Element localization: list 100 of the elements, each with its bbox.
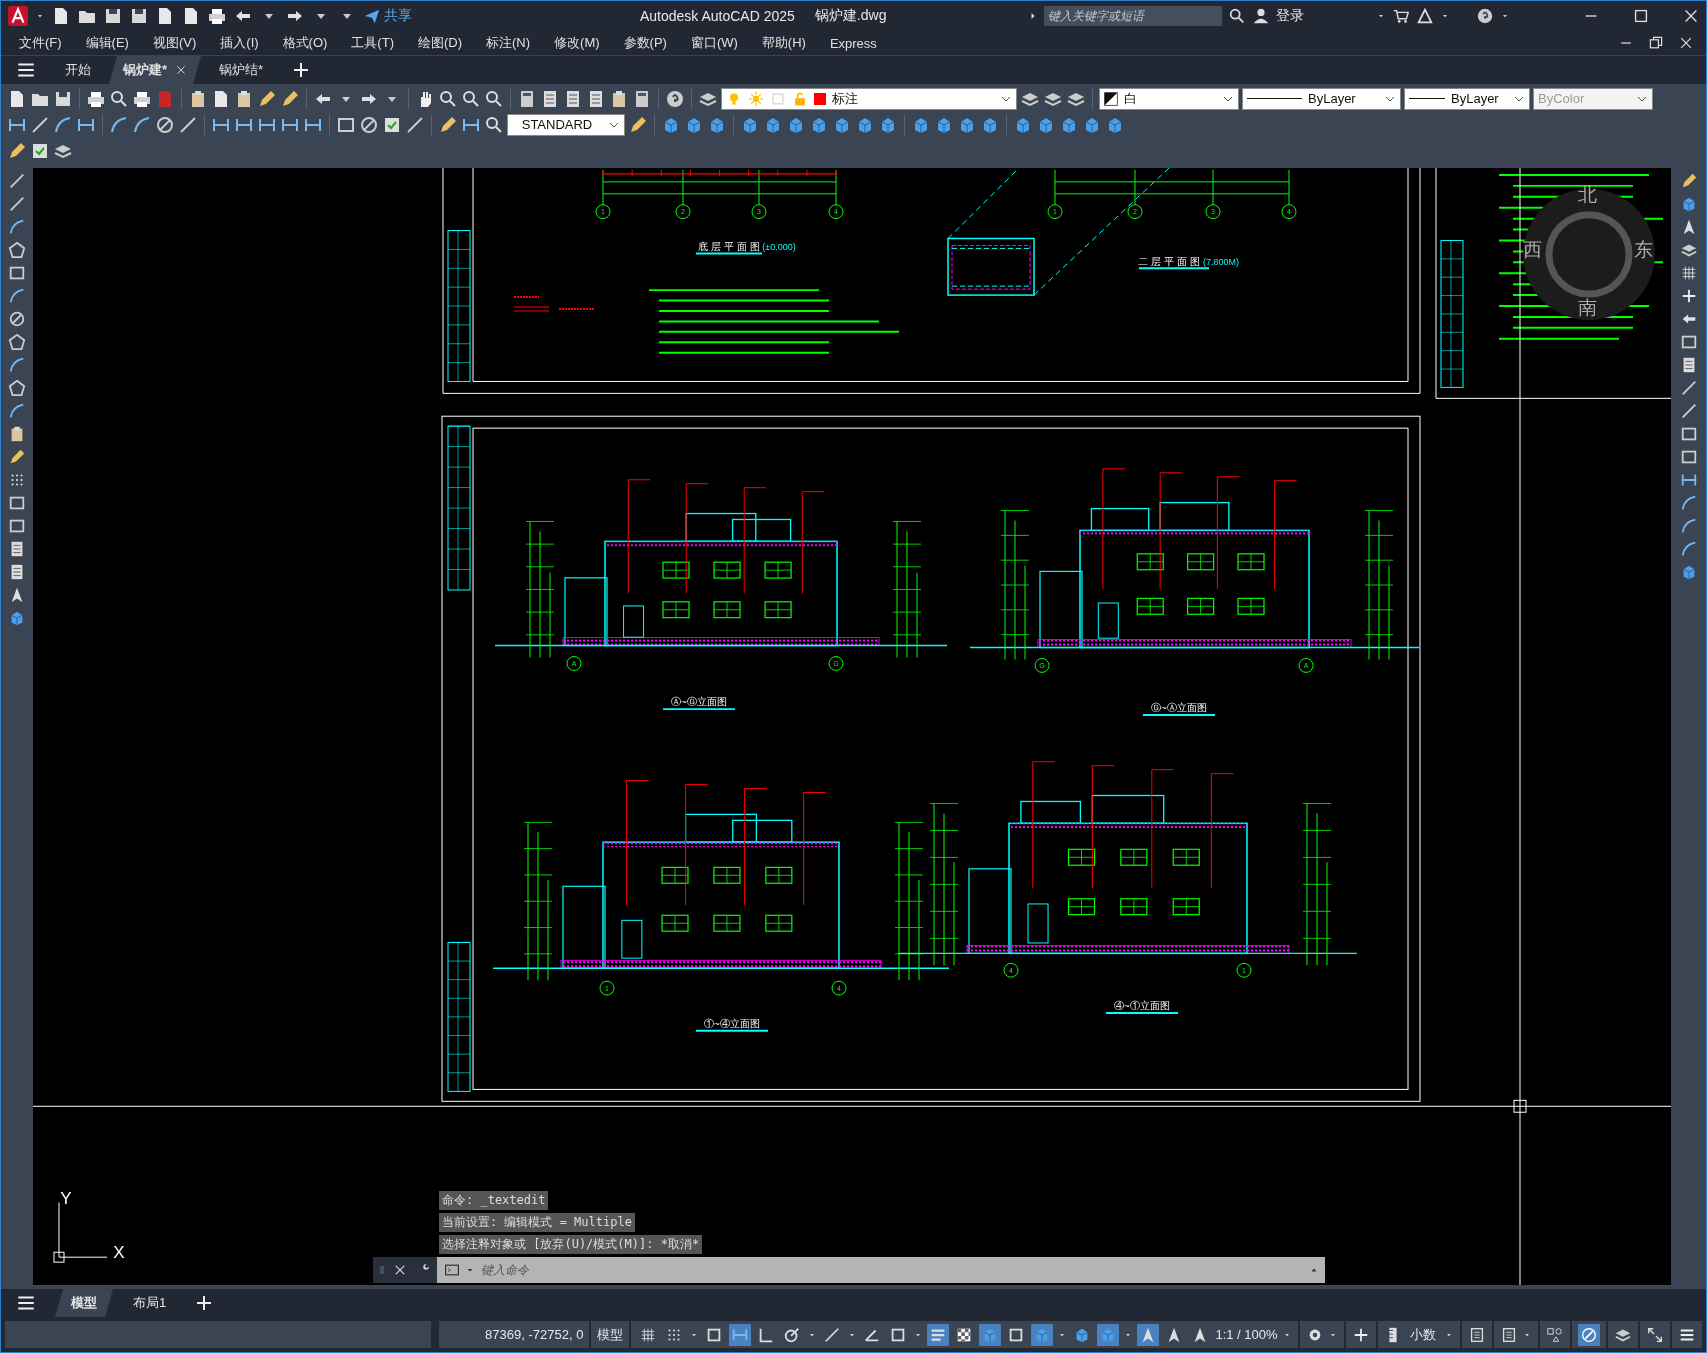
arc-icon[interactable] bbox=[1679, 517, 1698, 535]
triangle-nodes-icon[interactable] bbox=[1416, 7, 1434, 25]
arc-icon[interactable] bbox=[8, 218, 26, 236]
annotation-scale-dropdown[interactable]: 1:1 / 100% bbox=[1215, 1327, 1278, 1342]
polygon-icon[interactable] bbox=[8, 241, 26, 259]
line-icon[interactable] bbox=[1679, 402, 1698, 420]
help-icon[interactable] bbox=[1476, 7, 1494, 25]
circle-icon[interactable] bbox=[359, 114, 379, 135]
pencil-icon[interactable] bbox=[438, 114, 458, 135]
menu-item[interactable]: 标注(N) bbox=[486, 34, 531, 52]
line-icon[interactable] bbox=[405, 114, 425, 135]
line-icon[interactable] bbox=[1679, 379, 1698, 397]
help-icon[interactable] bbox=[665, 88, 685, 109]
menu-item[interactable]: 视图(V) bbox=[152, 34, 197, 52]
status-toggle[interactable] bbox=[1097, 1323, 1120, 1346]
zoom-icon[interactable] bbox=[484, 88, 504, 109]
cart-icon[interactable] bbox=[1392, 7, 1410, 25]
pencil-icon[interactable] bbox=[8, 448, 26, 466]
axis-bubble bbox=[1034, 658, 1050, 673]
menu-item[interactable]: 工具(T) bbox=[351, 34, 394, 52]
arc-icon[interactable] bbox=[8, 287, 26, 305]
close-icon[interactable] bbox=[175, 64, 188, 76]
layout-tab[interactable]: 模型 bbox=[55, 1289, 113, 1317]
rectangle-icon[interactable] bbox=[8, 517, 26, 535]
pencil-icon[interactable] bbox=[628, 114, 648, 135]
layer-dropdown[interactable]: 标注 bbox=[721, 87, 1017, 110]
polygon-icon[interactable] bbox=[8, 333, 26, 351]
file-tab[interactable]: 锅炉结* bbox=[205, 56, 278, 84]
zoom-icon[interactable] bbox=[484, 114, 504, 135]
arc-icon[interactable] bbox=[1679, 540, 1698, 558]
zoom-icon[interactable] bbox=[461, 88, 481, 109]
pencil-icon[interactable] bbox=[257, 88, 277, 109]
status-toggle[interactable] bbox=[927, 1323, 950, 1346]
properties-icon[interactable] bbox=[1468, 1325, 1486, 1344]
status-toggle[interactable] bbox=[1031, 1323, 1054, 1346]
printer-icon[interactable] bbox=[207, 6, 227, 26]
arc-icon[interactable] bbox=[8, 356, 26, 374]
restore-icon[interactable] bbox=[1648, 35, 1664, 51]
maximize-icon[interactable] bbox=[1632, 7, 1650, 25]
menu-item[interactable]: 插入(I) bbox=[220, 34, 259, 52]
menu-item[interactable]: 格式(O) bbox=[282, 34, 328, 52]
axis-bubble bbox=[831, 980, 847, 996]
arc-icon[interactable] bbox=[53, 114, 73, 135]
rectangle-icon[interactable] bbox=[1679, 333, 1698, 351]
menu-item[interactable]: 编辑(E) bbox=[85, 34, 129, 52]
status-toggle[interactable] bbox=[979, 1323, 1002, 1346]
arc-icon[interactable] bbox=[8, 402, 26, 420]
polygon-icon[interactable] bbox=[8, 379, 26, 397]
close-icon[interactable] bbox=[393, 1263, 407, 1277]
line-icon[interactable] bbox=[8, 172, 26, 190]
pencil-icon[interactable] bbox=[7, 140, 27, 161]
line-icon[interactable] bbox=[30, 114, 50, 135]
rectangle-icon[interactable] bbox=[8, 264, 26, 282]
linetype-dropdown[interactable]: ByLayer bbox=[1242, 87, 1401, 110]
circle-icon[interactable] bbox=[155, 114, 175, 135]
terminal-icon[interactable] bbox=[443, 1262, 461, 1278]
sign-in-button[interactable]: 登录 bbox=[1276, 7, 1304, 25]
file-tab[interactable]: 锅炉建* bbox=[109, 56, 202, 84]
file-tab[interactable]: 开始 bbox=[51, 56, 105, 84]
search-icon[interactable] bbox=[1228, 7, 1246, 25]
fullscreen-icon[interactable] bbox=[1646, 1325, 1664, 1344]
menu-item[interactable]: Express bbox=[829, 35, 877, 51]
status-toggle[interactable] bbox=[729, 1323, 752, 1346]
rectangle-icon[interactable] bbox=[1679, 448, 1698, 466]
line-icon[interactable] bbox=[178, 114, 198, 135]
zoom-icon[interactable] bbox=[438, 88, 458, 109]
menu-item[interactable]: 文件(F) bbox=[19, 34, 62, 52]
menu-item[interactable]: 窗口(W) bbox=[690, 34, 738, 52]
close-icon[interactable] bbox=[1678, 35, 1694, 51]
arc-icon[interactable] bbox=[132, 114, 152, 135]
text-style-dropdown[interactable]: STANDARD bbox=[507, 113, 625, 136]
circle-icon[interactable] bbox=[8, 310, 26, 328]
plan-title: 二 层 平 面 图 bbox=[1138, 256, 1200, 268]
layout-tab[interactable]: 布局1 bbox=[117, 1289, 183, 1317]
menu-item[interactable]: 修改(M) bbox=[554, 34, 600, 52]
snap-dots-icon[interactable] bbox=[8, 471, 26, 489]
menu-item[interactable]: 绘图(D) bbox=[417, 34, 462, 52]
status-toggle[interactable] bbox=[1137, 1323, 1160, 1346]
menu-item[interactable]: 参数(P) bbox=[623, 34, 667, 52]
axis-bubble bbox=[1298, 658, 1314, 673]
color-dropdown[interactable]: 白 bbox=[1099, 87, 1239, 110]
command-input-field[interactable]: 键入命令 bbox=[479, 1262, 1305, 1278]
command-line-field[interactable]: 键入命令 bbox=[437, 1257, 1325, 1283]
properties-icon[interactable] bbox=[1500, 1325, 1518, 1344]
menu-item[interactable]: 帮助(H) bbox=[761, 34, 806, 52]
zoom-icon[interactable] bbox=[109, 88, 129, 109]
line-icon bbox=[823, 1325, 842, 1344]
line-icon[interactable] bbox=[8, 195, 26, 213]
user-icon[interactable] bbox=[1252, 7, 1270, 25]
shapes-icon[interactable] bbox=[1546, 1325, 1564, 1344]
rectangle-icon[interactable] bbox=[8, 494, 26, 512]
pencil-icon[interactable] bbox=[280, 88, 300, 109]
arc-icon[interactable] bbox=[109, 114, 129, 135]
arc-icon[interactable] bbox=[1679, 494, 1698, 512]
rectangle-icon[interactable] bbox=[1679, 425, 1698, 443]
search-field[interactable]: 键入关键字或短语 bbox=[1044, 6, 1222, 26]
share-button[interactable]: 共享 bbox=[363, 7, 412, 25]
hardware-acceleration-toggle[interactable] bbox=[1578, 1323, 1600, 1346]
logo-icon[interactable] bbox=[7, 5, 29, 27]
lineweight-dropdown[interactable]: ByLayer bbox=[1404, 87, 1530, 110]
